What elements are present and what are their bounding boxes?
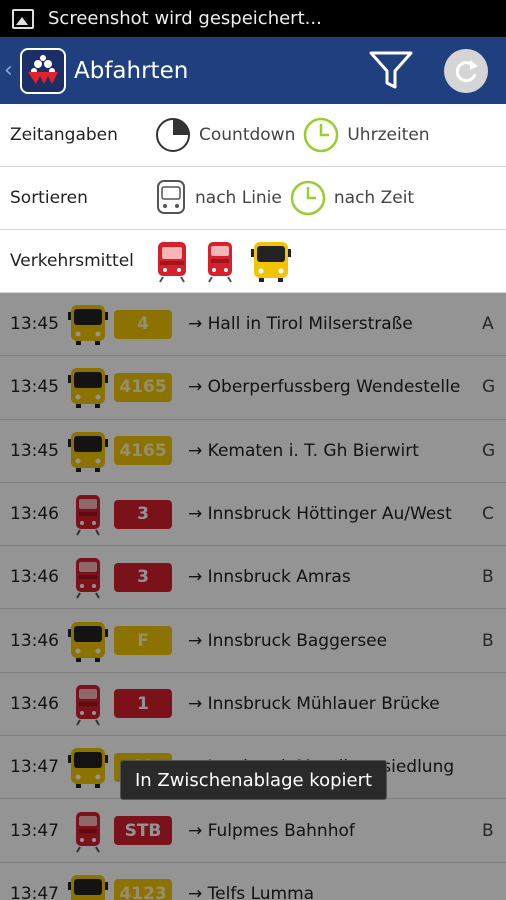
clock-icon <box>290 180 326 216</box>
tram-filter-toggle[interactable] <box>203 239 237 283</box>
sort-by-time-option[interactable]: nach Zeit <box>290 180 414 216</box>
sortieren-label: Sortieren <box>10 188 88 208</box>
status-bar: Screenshot wird gespeichert... <box>0 0 506 37</box>
toast-message: In Zwischenablage kopiert <box>120 760 387 800</box>
option-row-zeitangaben: Zeitangaben Countdown Uhrzeiten <box>0 104 506 167</box>
bus-filter-toggle[interactable] <box>251 239 291 283</box>
verkehrsmittel-label: Verkehrsmittel <box>10 251 134 271</box>
dim-overlay <box>0 293 506 900</box>
sort-by-time-label: nach Zeit <box>333 188 415 208</box>
uhrzeiten-option[interactable]: Uhrzeiten <box>303 117 430 153</box>
train-icon <box>158 242 186 283</box>
countdown-icon <box>156 118 190 152</box>
image-notification-icon <box>12 8 34 29</box>
clock-icon <box>304 117 339 153</box>
sort-by-line-option[interactable]: nach Linie <box>155 178 282 218</box>
filter-funnel-icon <box>369 51 413 88</box>
action-bar: ‹ Abfahrten <box>0 37 506 104</box>
status-bar-text: Screenshot wird gespeichert... <box>48 8 322 29</box>
back-chevron-icon[interactable]: ‹ <box>4 58 16 83</box>
countdown-option[interactable]: Countdown <box>155 117 295 153</box>
filter-button[interactable] <box>366 46 416 96</box>
refresh-icon <box>455 59 478 82</box>
bus-icon <box>251 242 291 282</box>
option-row-sortieren: Sortieren nach Linie nach Zeit <box>0 167 506 230</box>
page-title: Abfahrten <box>74 57 189 84</box>
vehicle-outline-icon <box>157 180 185 214</box>
tram-icon <box>208 242 232 283</box>
countdown-label: Countdown <box>199 125 296 145</box>
sort-by-line-label: nach Linie <box>195 188 282 208</box>
zeitangaben-label: Zeitangaben <box>10 125 118 145</box>
app-logo[interactable] <box>20 47 66 94</box>
uhrzeiten-label: Uhrzeiten <box>347 125 430 145</box>
refresh-button[interactable] <box>444 48 488 93</box>
train-filter-toggle[interactable] <box>155 239 189 283</box>
option-row-verkehrsmittel: Verkehrsmittel <box>0 230 506 293</box>
